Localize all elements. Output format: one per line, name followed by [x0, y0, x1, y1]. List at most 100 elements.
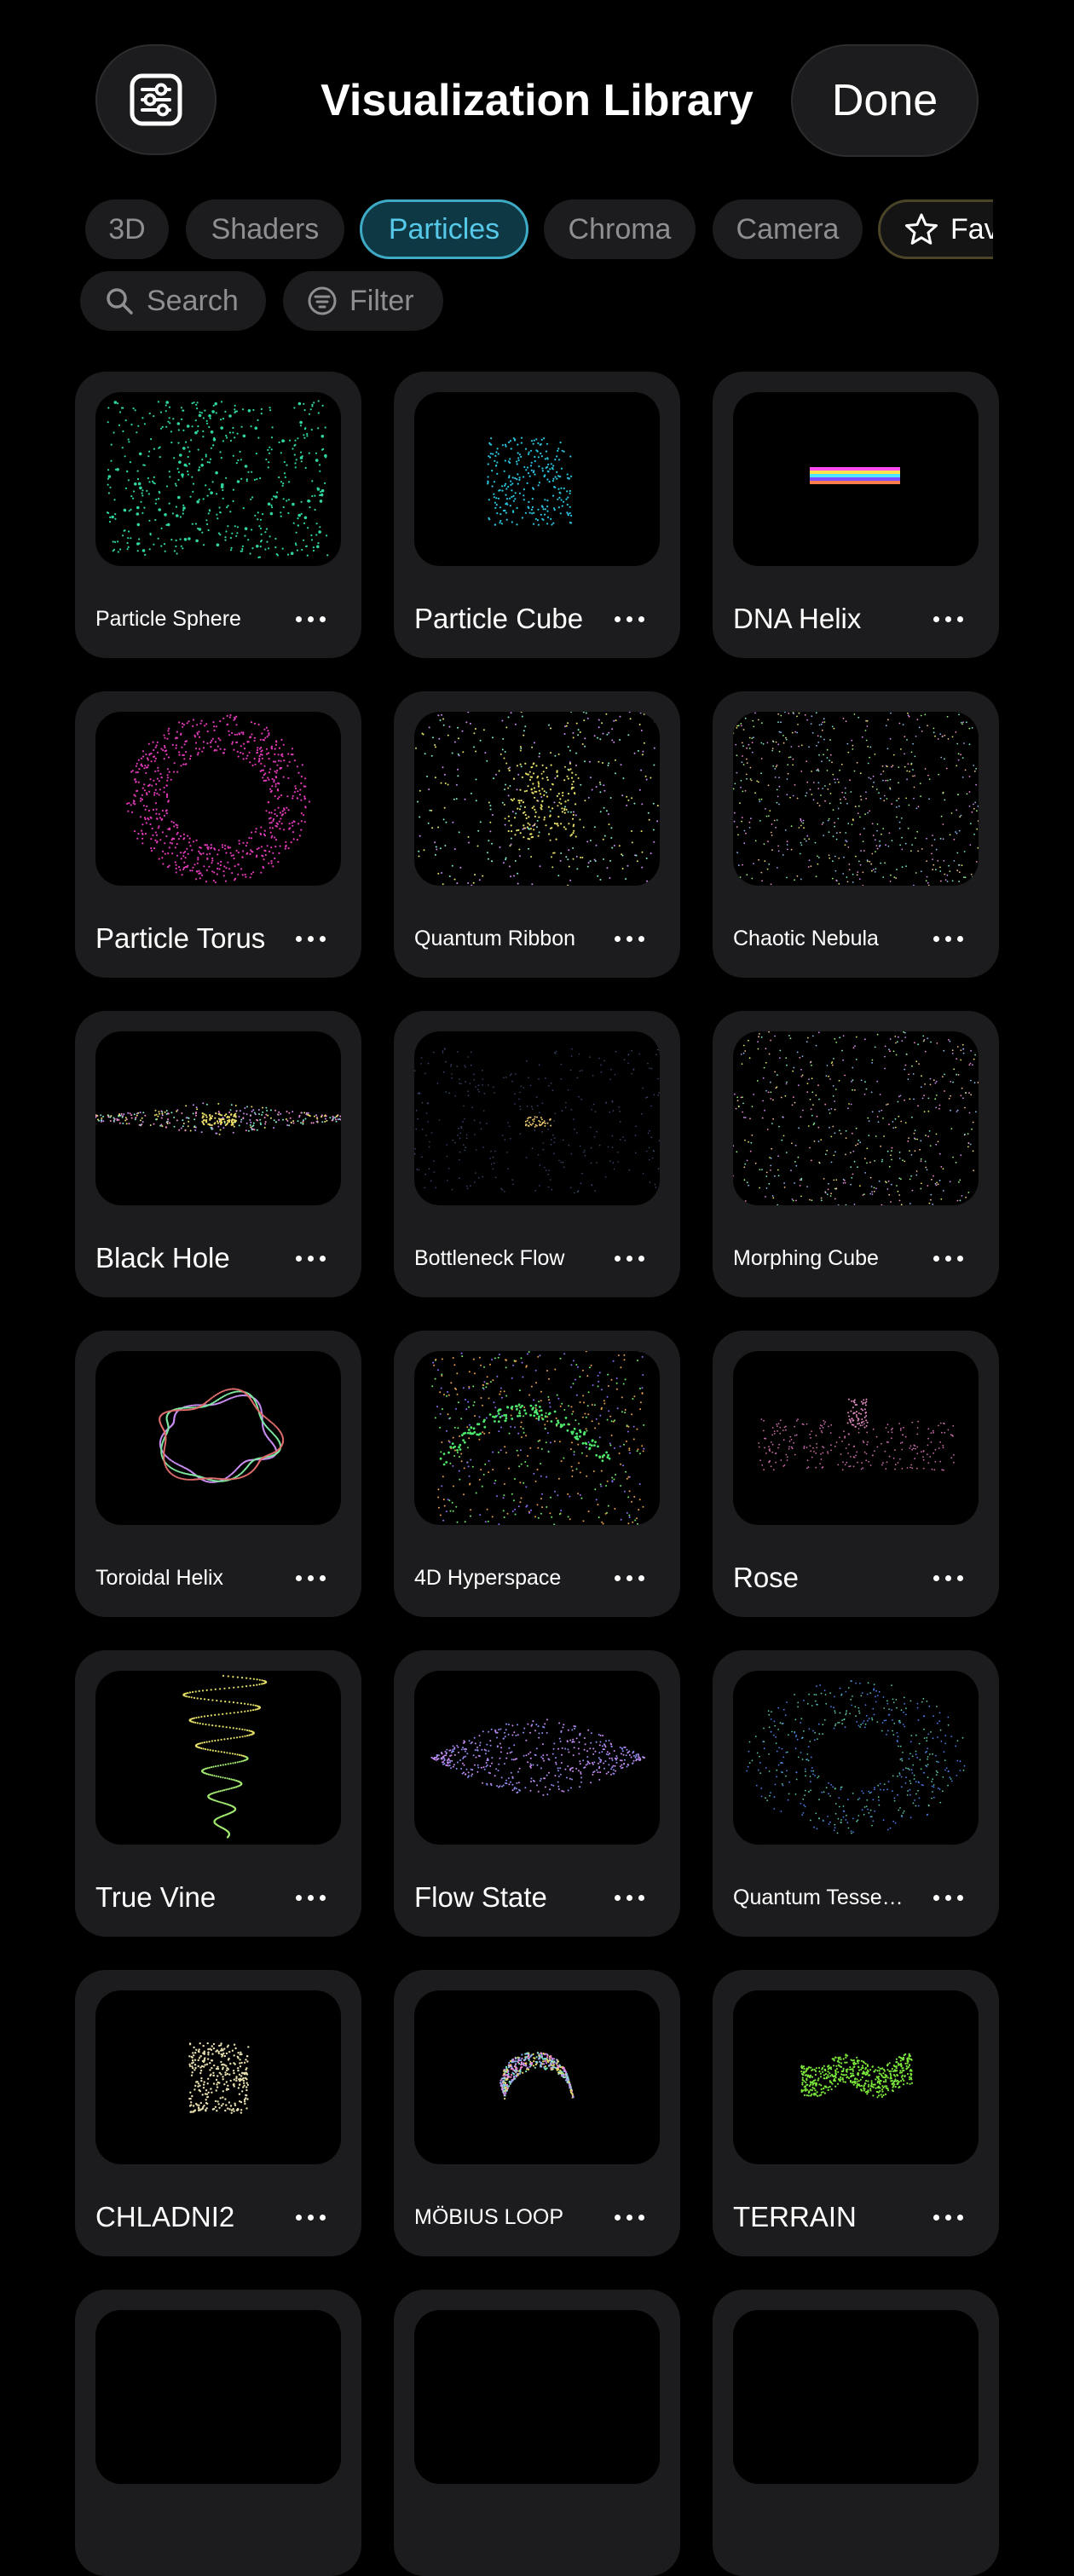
- dna-helix-preview-graphic: [733, 392, 979, 566]
- card-title: Quantum Ribbon: [414, 921, 602, 956]
- search-button[interactable]: Search: [80, 271, 266, 331]
- flow-state-preview-graphic: [414, 1671, 660, 1845]
- more-options-icon[interactable]: [283, 1879, 338, 1916]
- black-hole-preview-graphic: [95, 1031, 341, 1205]
- true-vine-preview-graphic: [95, 1671, 341, 1845]
- card-title: Particle Cube: [414, 602, 602, 636]
- card-title: 4D Hyperspace: [414, 1561, 602, 1595]
- tab-chroma[interactable]: Chroma: [544, 199, 696, 259]
- mobius-loop-preview-graphic: [414, 1990, 660, 2164]
- card-title: Particle Torus: [95, 921, 283, 956]
- visualization-card[interactable]: Quantum Tesse…: [713, 1650, 999, 1937]
- card-title: Black Hole: [95, 1241, 283, 1275]
- card-title: TERRAIN: [733, 2200, 921, 2234]
- more-options-icon[interactable]: [602, 1879, 656, 1916]
- visualization-card[interactable]: Chaotic Nebula: [713, 691, 999, 978]
- more-options-icon[interactable]: [921, 1879, 975, 1916]
- card-title: Rose: [733, 1561, 921, 1595]
- visualization-card[interactable]: Rose: [713, 1331, 999, 1617]
- hyperspace-preview: [414, 1351, 660, 1525]
- more-options-icon[interactable]: [283, 920, 338, 957]
- visualization-card[interactable]: Quantum Ribbon: [394, 691, 680, 978]
- more-options-icon[interactable]: [283, 1239, 338, 1277]
- particle-cube-preview: [414, 392, 660, 566]
- visualization-card[interactable]: 4D Hyperspace: [394, 1331, 680, 1617]
- particle-cube-preview-graphic: [414, 392, 660, 566]
- chaotic-nebula-preview: [733, 712, 979, 886]
- more-options-icon[interactable]: [921, 1239, 975, 1277]
- tools-row: Search Filter: [0, 269, 1074, 334]
- particle-sphere-preview-graphic: [95, 392, 341, 566]
- category-tabs: 3D Shaders Particles Chroma Camera Favor…: [0, 196, 993, 261]
- chladni-preview-graphic: [95, 1990, 341, 2164]
- header: Visualization Library Done: [0, 0, 1074, 205]
- card-title: Flow State: [414, 1880, 602, 1915]
- particle-sphere-preview: [95, 392, 341, 566]
- more-options-icon[interactable]: [602, 1559, 656, 1597]
- rose-preview-graphic: [733, 1351, 979, 1525]
- tab-camera[interactable]: Camera: [713, 199, 863, 259]
- visualization-card[interactable]: [394, 2290, 680, 2576]
- visualization-card[interactable]: Bottleneck Flow: [394, 1011, 680, 1297]
- settings-button[interactable]: [95, 44, 217, 155]
- visualization-card[interactable]: CHLADNI2: [75, 1970, 361, 2256]
- card-title: CHLADNI2: [95, 2200, 283, 2234]
- terrain-preview: [733, 1990, 979, 2164]
- tab-3d[interactable]: 3D: [85, 199, 169, 259]
- search-label: Search: [147, 285, 239, 318]
- black-hole-preview: [95, 1031, 341, 1205]
- visualization-card[interactable]: [713, 2290, 999, 2576]
- tab-favorites[interactable]: Favorites: [878, 199, 993, 259]
- page-title: Visualization Library: [281, 70, 793, 131]
- visualization-card[interactable]: Particle Cube: [394, 372, 680, 658]
- true-vine-preview: [95, 1671, 341, 1845]
- more-options-icon[interactable]: [283, 2198, 338, 2236]
- visualization-card[interactable]: Black Hole: [75, 1011, 361, 1297]
- visualization-card[interactable]: True Vine: [75, 1650, 361, 1937]
- tab-shaders[interactable]: Shaders: [186, 199, 344, 259]
- toroidal-helix-preview: [95, 1351, 341, 1525]
- morphing-cube-preview: [733, 1031, 979, 1205]
- more-options-icon[interactable]: [921, 2198, 975, 2236]
- more-options-icon[interactable]: [921, 600, 975, 638]
- more-options-icon[interactable]: [602, 2198, 656, 2236]
- morphing-cube-preview-graphic: [733, 1031, 979, 1205]
- visualization-card[interactable]: Morphing Cube: [713, 1011, 999, 1297]
- card-title: Toroidal Helix: [95, 1561, 283, 1595]
- visualization-card[interactable]: Particle Sphere: [75, 372, 361, 658]
- flow-state-preview: [414, 1671, 660, 1845]
- more-options-icon[interactable]: [602, 920, 656, 957]
- quantum-tesseract-preview: [733, 1671, 979, 1845]
- more-options-icon[interactable]: [283, 1559, 338, 1597]
- filter-button[interactable]: Filter: [283, 271, 443, 331]
- bottleneck-flow-preview: [414, 1031, 660, 1205]
- done-button[interactable]: Done: [791, 44, 979, 157]
- dna-helix-preview: [733, 392, 979, 566]
- filter-icon: [307, 286, 338, 316]
- tab-particles[interactable]: Particles: [360, 199, 528, 259]
- visualization-card[interactable]: Toroidal Helix: [75, 1331, 361, 1617]
- chladni-preview: [95, 1990, 341, 2164]
- card-title: Quantum Tesse…: [733, 1880, 921, 1915]
- more-options-icon[interactable]: [283, 600, 338, 638]
- more-options-icon[interactable]: [921, 920, 975, 957]
- card-title: Particle Sphere: [95, 602, 283, 636]
- thumbnail: [95, 2310, 341, 2484]
- thumbnail: [414, 2310, 660, 2484]
- visualization-card[interactable]: TERRAIN: [713, 1970, 999, 2256]
- toroidal-helix-preview-graphic: [95, 1351, 341, 1525]
- visualization-card[interactable]: [75, 2290, 361, 2576]
- more-options-icon[interactable]: [602, 600, 656, 638]
- bottleneck-flow-preview-graphic: [414, 1031, 660, 1205]
- terrain-preview-graphic: [733, 1990, 979, 2164]
- card-title: Bottleneck Flow: [414, 1241, 602, 1275]
- more-options-icon[interactable]: [921, 1559, 975, 1597]
- visualization-card[interactable]: DNA Helix: [713, 372, 999, 658]
- more-options-icon[interactable]: [602, 1239, 656, 1277]
- sliders-icon: [129, 72, 183, 127]
- quantum-tesseract-preview-graphic: [733, 1671, 979, 1845]
- visualization-card[interactable]: Particle Torus: [75, 691, 361, 978]
- visualization-card[interactable]: MÖBIUS LOOP: [394, 1970, 680, 2256]
- chaotic-nebula-preview-graphic: [733, 712, 979, 886]
- visualization-card[interactable]: Flow State: [394, 1650, 680, 1937]
